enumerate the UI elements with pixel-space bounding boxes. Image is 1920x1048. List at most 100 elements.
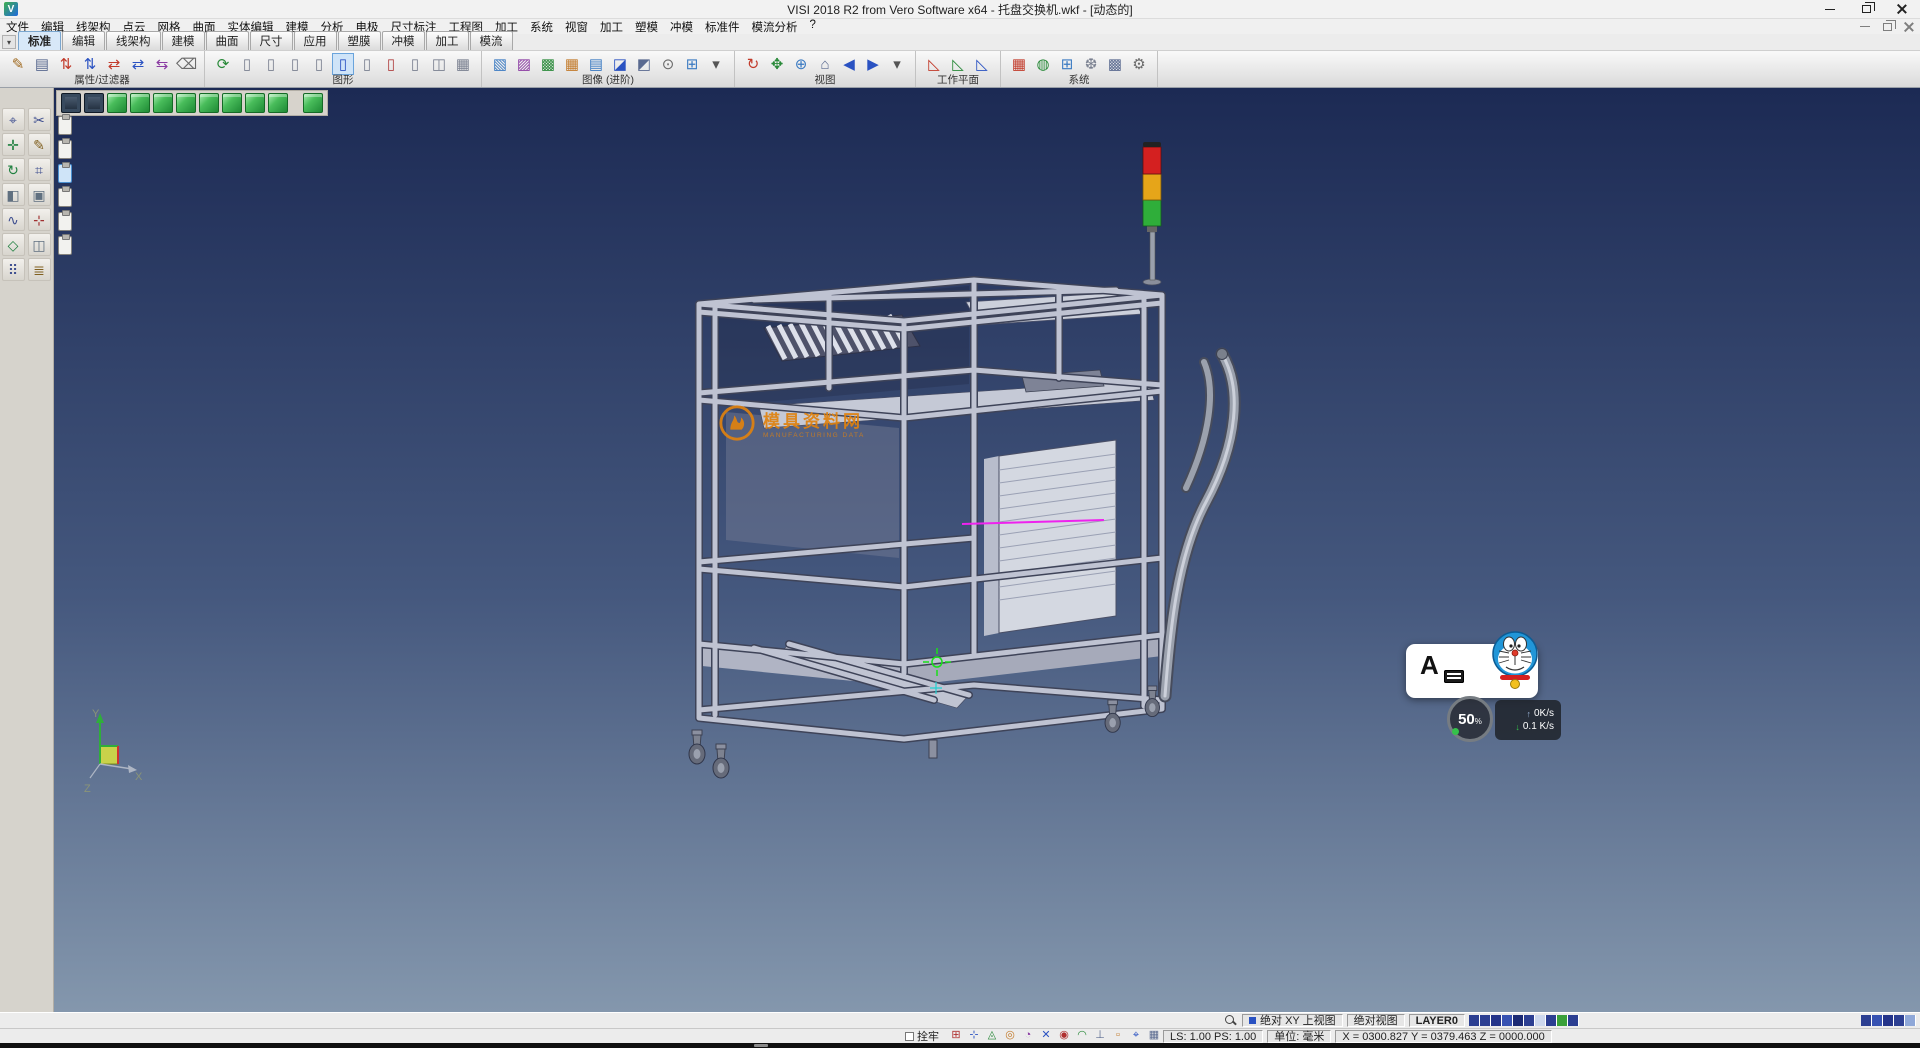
layer-cylinder-icon[interactable]: ▯ <box>284 53 306 75</box>
exchange-red-icon[interactable]: ⇄ <box>103 53 125 75</box>
snap-intersection-icon[interactable]: ✕ <box>1038 1029 1054 1043</box>
layer-indicator[interactable]: LAYER0 <box>1409 1014 1465 1027</box>
layer-cylinder-selected-icon[interactable]: ▯ <box>332 53 354 75</box>
color-swatch[interactable] <box>1546 1015 1557 1026</box>
mdi-close-button[interactable] <box>1898 19 1920 34</box>
array-icon[interactable]: ⠿ <box>2 258 25 281</box>
menu-item[interactable]: 塑模 <box>629 19 664 35</box>
snowflake-icon[interactable]: ❆ <box>1080 53 1102 75</box>
clipboard-view-icon[interactable] <box>58 212 72 231</box>
menu-item[interactable]: ? <box>804 19 822 35</box>
snap-point-icon[interactable]: ⊹ <box>966 1029 982 1043</box>
network-speed-widget[interactable]: ↑0K/s ↓0.1 K/s <box>1495 700 1561 740</box>
snap-midpoint-icon[interactable]: ◬ <box>984 1029 1000 1043</box>
matrix-icon[interactable]: ▩ <box>1104 53 1126 75</box>
image-view-icon[interactable]: ◪ <box>609 53 631 75</box>
menu-item[interactable]: 系统 <box>524 19 559 35</box>
layer-cylinder-red-icon[interactable]: ▯ <box>380 53 402 75</box>
color-swatch[interactable] <box>1872 1015 1883 1026</box>
ime-mode-indicator[interactable]: A <box>1420 650 1439 681</box>
point-icon[interactable]: ⊹ <box>28 208 51 231</box>
units-indicator[interactable]: 单位: 毫米 <box>1267 1030 1331 1043</box>
close-button[interactable] <box>1884 0 1920 18</box>
menu-item[interactable]: 模流分析 <box>746 19 804 35</box>
select-icon[interactable]: ⌖ <box>2 108 25 131</box>
grid-toggle-icon[interactable]: ▦ <box>1146 1029 1162 1043</box>
rotate-view-icon[interactable]: ↻ <box>742 53 764 75</box>
render-color-icon[interactable]: ▨ <box>513 53 535 75</box>
progress-badge[interactable]: 50% <box>1447 696 1493 742</box>
layer-pair-icon[interactable]: ◫ <box>428 53 450 75</box>
plane-icon[interactable]: ◇ <box>2 233 25 256</box>
mirror-icon[interactable]: ◫ <box>28 233 51 256</box>
render-mode-icon[interactable]: ▧ <box>489 53 511 75</box>
capture-icon[interactable]: ⊙ <box>657 53 679 75</box>
layer-grid-icon[interactable]: ▦ <box>452 53 474 75</box>
toolbar-tab[interactable]: 冲模 <box>382 31 425 50</box>
color-swatch[interactable] <box>1502 1015 1513 1026</box>
minimize-button[interactable] <box>1812 0 1848 18</box>
trim-icon[interactable]: ✂ <box>28 108 51 131</box>
view-iso-icon[interactable] <box>107 93 127 113</box>
next-view-icon[interactable]: ▶ <box>862 53 884 75</box>
snap-grid-icon[interactable]: ⊞ <box>948 1029 964 1043</box>
color-swatch[interactable] <box>1513 1015 1524 1026</box>
osnap-icon[interactable]: ⌖ <box>1128 1029 1144 1043</box>
previous-view-icon[interactable]: ◀ <box>838 53 860 75</box>
toolbar-tab[interactable]: 尺寸 <box>250 31 293 50</box>
color-swatch[interactable] <box>1480 1015 1491 1026</box>
toolbar-tab[interactable]: 塑膜 <box>338 31 381 50</box>
layer-cylinder-icon[interactable]: ▯ <box>260 53 282 75</box>
layer-cylinder-icon[interactable]: ▯ <box>236 53 258 75</box>
toolbar-tab[interactable]: 应用 <box>294 31 337 50</box>
render-wireframe-icon[interactable]: ▤ <box>585 53 607 75</box>
swap-up-down-red-icon[interactable]: ⇅ <box>55 53 77 75</box>
toolbar-tab[interactable]: 加工 <box>426 31 469 50</box>
viewport-3d[interactable]: 模具资料网 MANUFACTURING DATA Y X Z A <box>54 88 1920 1012</box>
snap-center-icon[interactable]: ◎ <box>1002 1029 1018 1043</box>
tab-overflow-button[interactable]: ▾ <box>2 35 16 49</box>
color-palette-icon[interactable]: ▦ <box>1008 53 1030 75</box>
lock-toggle[interactable]: 拴牢 <box>905 1028 939 1044</box>
model-pallet-exchanger[interactable] <box>54 88 1920 1012</box>
layer-cylinder-icon[interactable]: ▯ <box>308 53 330 75</box>
clipboard-view-icon[interactable] <box>58 236 72 255</box>
view-mode-indicator[interactable]: 绝对视图 <box>1347 1014 1405 1027</box>
keyboard-icon[interactable] <box>1444 670 1464 683</box>
layer-cylinder-icon[interactable]: ▯ <box>356 53 378 75</box>
surface-icon[interactable]: ◧ <box>2 183 25 206</box>
pan-view-icon[interactable]: ✥ <box>766 53 788 75</box>
swap-up-down-blue-icon[interactable]: ⇅ <box>79 53 101 75</box>
view-right-icon[interactable] <box>222 93 242 113</box>
restore-button[interactable] <box>1848 0 1884 18</box>
erase-attr-icon[interactable]: ⌫ <box>175 53 197 75</box>
move-icon[interactable]: ✛ <box>2 133 25 156</box>
attributes-brush-icon[interactable]: ✎ <box>7 53 29 75</box>
view-front-icon[interactable] <box>153 93 173 113</box>
toolbar-tab[interactable]: 建模 <box>162 31 205 50</box>
workplane-free-icon[interactable]: ◺ <box>971 53 993 75</box>
measure-icon[interactable]: ⌗ <box>28 158 51 181</box>
color-swatch[interactable] <box>1568 1015 1579 1026</box>
scale-indicator[interactable]: LS: 1.00 PS: 1.00 <box>1163 1030 1263 1043</box>
color-swatch[interactable] <box>1524 1015 1535 1026</box>
workplane-xy-icon[interactable]: ◺ <box>923 53 945 75</box>
mdi-minimize-button[interactable] <box>1854 19 1876 34</box>
color-swatch[interactable] <box>1883 1015 1894 1026</box>
color-swatch[interactable] <box>1535 1015 1546 1026</box>
transfer-attr-icon[interactable]: ⇆ <box>151 53 173 75</box>
layer-cylinder-icon[interactable]: ▯ <box>404 53 426 75</box>
toolbar-tab[interactable]: 曲面 <box>206 31 249 50</box>
menu-item[interactable]: 标准件 <box>699 19 746 35</box>
clipboard-view-icon[interactable] <box>58 188 72 207</box>
sketch-icon[interactable]: ✎ <box>28 133 51 156</box>
color-swatch[interactable] <box>1491 1015 1502 1026</box>
curve-icon[interactable]: ∿ <box>2 208 25 231</box>
view-dynamic-icon[interactable] <box>303 93 323 113</box>
clipboard-view-icon[interactable] <box>58 116 72 135</box>
toolbar-tab[interactable]: 标准 <box>18 31 61 50</box>
clipboard-view-active-icon[interactable] <box>58 164 72 183</box>
color-swatch[interactable] <box>1894 1015 1905 1026</box>
view-top-icon[interactable] <box>130 93 150 113</box>
color-swatch[interactable] <box>1469 1015 1480 1026</box>
